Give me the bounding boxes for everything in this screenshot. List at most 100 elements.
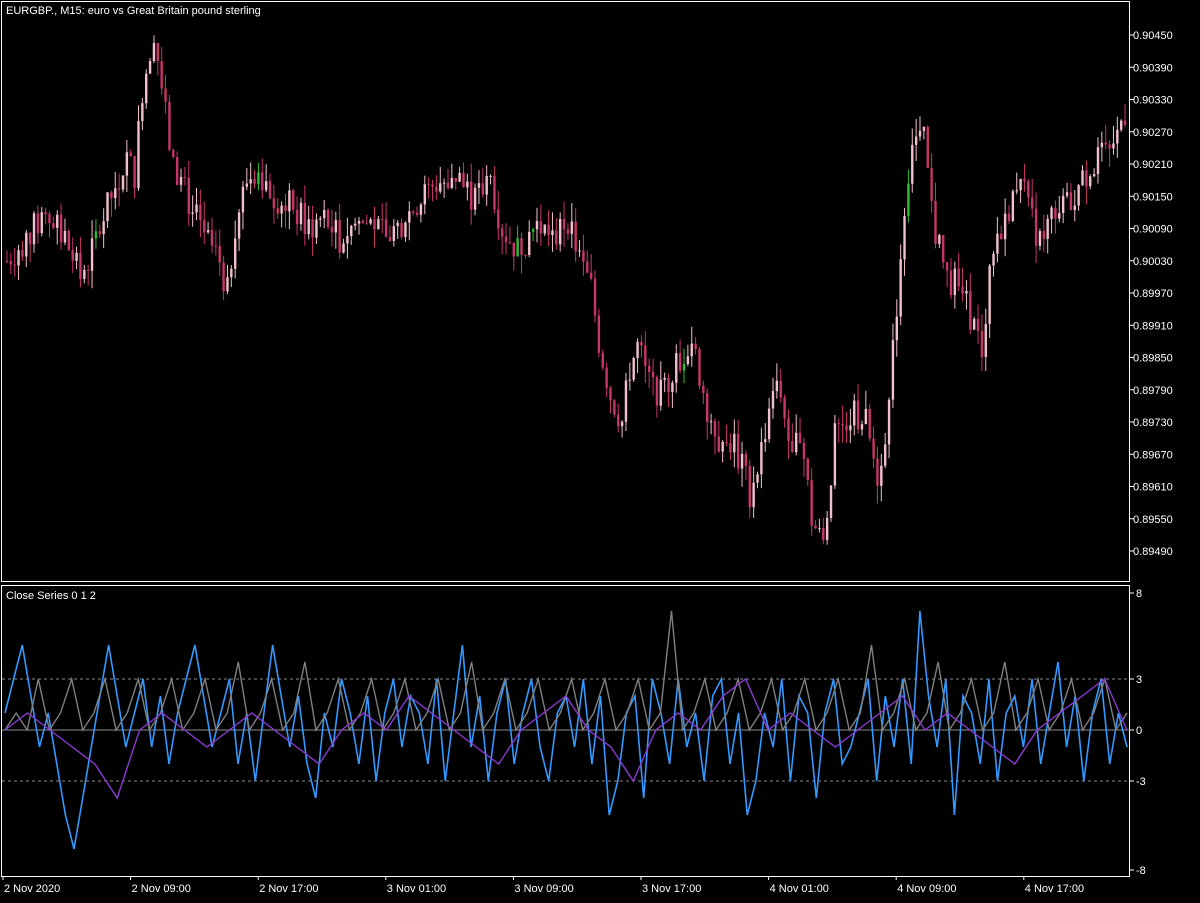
candle-body — [423, 184, 426, 205]
candle-body — [597, 315, 601, 353]
candle-body — [369, 219, 372, 224]
candle-body — [466, 181, 469, 188]
candle-body — [253, 179, 256, 184]
candle-body — [419, 204, 423, 215]
candle-body — [818, 528, 821, 530]
indicator-tick-label: -8 — [1136, 865, 1146, 877]
candle-body — [895, 316, 898, 341]
main-pane-frame — [1, 1, 1130, 582]
candle-body — [802, 443, 806, 459]
candle-body — [605, 367, 608, 388]
candle-body — [21, 250, 24, 257]
candle-body — [1058, 212, 1061, 219]
candle-body — [764, 439, 767, 443]
candle-body — [5, 260, 9, 262]
candle-body — [373, 219, 376, 230]
candle-body — [911, 144, 914, 184]
candle-body — [473, 187, 477, 210]
candle-body — [160, 61, 163, 89]
candle-body — [1069, 192, 1073, 211]
candle-body — [551, 230, 554, 236]
candle-body — [172, 149, 175, 158]
time-axis: 2 Nov 2020 2 Nov 09:00 2 Nov 17:00 3 Nov 01… — [2, 876, 1084, 895]
candle-body — [922, 126, 926, 131]
candle-body — [326, 209, 330, 227]
candle-body — [1034, 208, 1038, 246]
candle-body — [458, 172, 461, 182]
candle-body — [237, 212, 241, 239]
time-tick-label: 2 Nov 09:00 — [132, 883, 191, 895]
candle-body — [71, 250, 74, 261]
candle-body — [25, 232, 28, 257]
candle-body — [690, 343, 693, 357]
time-tick-label: 3 Nov 17:00 — [642, 883, 701, 895]
candle-body — [767, 408, 771, 440]
candle-body — [883, 444, 887, 466]
candle-body — [1081, 170, 1084, 186]
candle-body — [706, 393, 709, 422]
candle-body — [976, 318, 980, 331]
indicator-tick-label: 8 — [1136, 588, 1142, 600]
candles-layer — [5, 35, 1127, 545]
candle-body — [141, 103, 144, 122]
candle-body — [477, 183, 481, 188]
candle-body — [210, 229, 214, 246]
candle-body — [539, 221, 543, 234]
candle-body — [795, 432, 798, 453]
time-tick-label: 4 Nov 01:00 — [770, 883, 829, 895]
candle-body — [203, 220, 206, 233]
candle-body — [1073, 205, 1076, 211]
candle-body — [191, 212, 194, 214]
candle-body — [659, 379, 662, 406]
candle-body — [1019, 178, 1022, 191]
candle-body — [531, 229, 535, 232]
candle-body — [338, 220, 341, 253]
candle-body — [725, 442, 728, 444]
candle-body — [1108, 144, 1111, 149]
price-tick-label: 0.89790 — [1133, 385, 1173, 397]
candle-body — [295, 209, 299, 225]
candle-body — [1027, 181, 1030, 198]
candle-body — [756, 474, 759, 483]
price-tick-label: 0.90210 — [1133, 159, 1173, 171]
price-tick-label: 0.90450 — [1133, 30, 1173, 42]
price-tick-label: 0.89490 — [1133, 546, 1173, 558]
candle-body — [578, 250, 581, 252]
candle-body — [179, 176, 183, 185]
candle-body — [806, 458, 810, 481]
candle-body — [543, 224, 546, 234]
candle-body — [791, 441, 794, 453]
candle-body — [98, 231, 101, 235]
candle-body — [110, 192, 113, 199]
candle-body — [1050, 207, 1053, 219]
candle-body — [442, 182, 446, 184]
candle-body — [845, 425, 848, 431]
candle-body — [528, 231, 531, 255]
candle-body — [733, 433, 736, 453]
candle-body — [1042, 231, 1046, 239]
candle-body — [121, 175, 125, 190]
candle-body — [1119, 120, 1123, 130]
candle-body — [675, 353, 678, 383]
chart-terminal[interactable]: 0.90450 0.90390 0.90330 0.90270 0.90210 0.901… — [0, 0, 1200, 900]
candle-body — [350, 225, 353, 237]
candle-body — [481, 183, 485, 195]
candle-body — [969, 290, 972, 330]
candle-body — [145, 73, 148, 104]
candle-body — [272, 198, 276, 209]
candle-body — [183, 176, 187, 178]
candle-body — [79, 252, 82, 279]
candle-body — [1065, 192, 1069, 196]
candle-body — [319, 218, 322, 220]
candle-body — [644, 345, 647, 366]
candle-body — [86, 269, 90, 271]
candle-body — [504, 236, 508, 243]
chart-canvas[interactable]: 0.90450 0.90390 0.90330 0.90270 0.90210 0.901… — [0, 0, 1200, 900]
candle-body — [411, 211, 415, 213]
candle-body — [44, 212, 47, 215]
candle-body — [226, 277, 229, 292]
candle-body — [288, 190, 291, 212]
candle-body — [450, 178, 454, 188]
candle-body — [787, 418, 790, 442]
candle-body — [408, 211, 411, 223]
